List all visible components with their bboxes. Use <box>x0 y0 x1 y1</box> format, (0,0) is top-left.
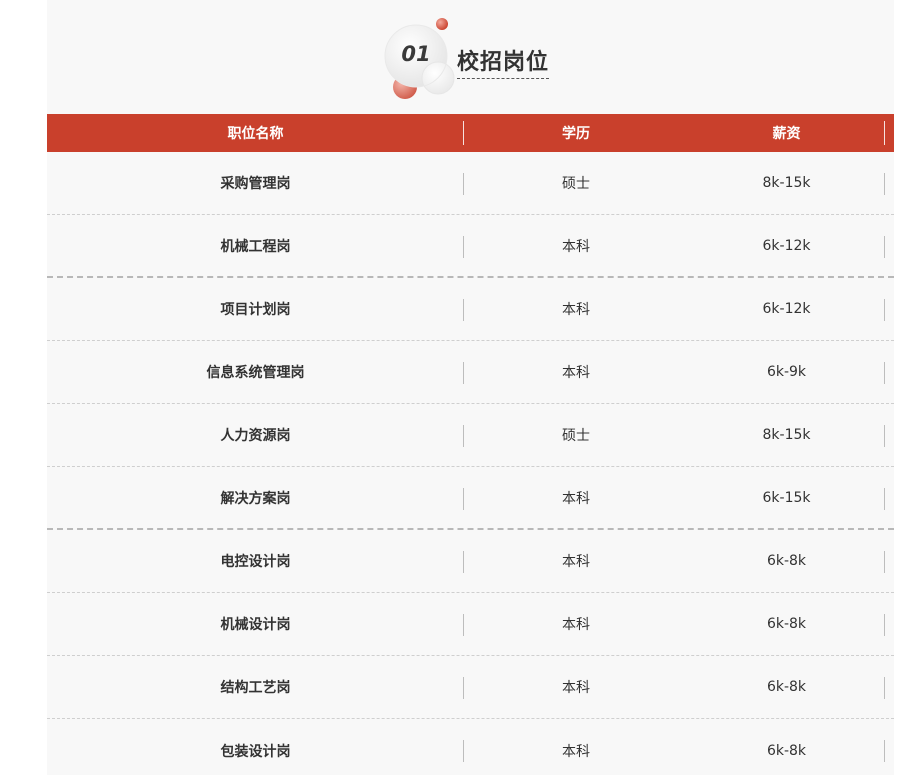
cell-position: 结构工艺岗 <box>47 656 464 718</box>
table-row: 包装设计岗 本科 6k-8k <box>47 719 894 782</box>
table-row: 信息系统管理岗 本科 6k-9k <box>47 341 894 404</box>
table-row: 结构工艺岗 本科 6k-8k <box>47 656 894 719</box>
jobs-table: 职位名称 学历 薪资 采购管理岗 硕士 8k-15k 机械工程岗 本科 6k-1… <box>47 114 894 782</box>
cell-education: 本科 <box>562 302 590 318</box>
header-salary: 薪资 <box>688 114 885 152</box>
cell-education: 本科 <box>562 554 590 570</box>
table-row: 解决方案岗 本科 6k-15k <box>47 467 894 530</box>
cell-education: 本科 <box>562 490 590 507</box>
cell-salary: 6k-8k <box>688 593 885 655</box>
cell-position: 电控设计岗 <box>47 530 464 592</box>
cell-education: 本科 <box>562 617 590 633</box>
content-panel: 01 校招岗位 职位名称 学历 薪资 采购管理岗 硕士 8k-15k 机械工程岗… <box>47 0 894 775</box>
table-header: 职位名称 学历 薪资 <box>47 114 894 152</box>
cell-salary: 6k-12k <box>688 215 885 276</box>
cell-salary: 6k-8k <box>688 530 885 592</box>
cell-education: 本科 <box>562 238 590 255</box>
cell-education: 本科 <box>562 743 590 760</box>
header-position: 职位名称 <box>47 114 464 152</box>
cell-salary: 6k-8k <box>688 719 885 782</box>
table-row: 采购管理岗 硕士 8k-15k <box>47 152 894 215</box>
cell-education: 本科 <box>562 680 590 696</box>
table-row: 项目计划岗 本科 6k-12k <box>47 278 894 341</box>
cell-education: 硕士 <box>562 176 590 192</box>
section-number: 01 <box>401 42 431 66</box>
cell-position: 机械设计岗 <box>47 593 464 655</box>
cell-position: 包装设计岗 <box>47 719 464 782</box>
section-heading: 01 校招岗位 <box>380 14 580 104</box>
cell-salary: 6k-12k <box>688 278 885 340</box>
cell-education: 本科 <box>562 365 590 381</box>
cell-position: 人力资源岗 <box>47 404 464 466</box>
cell-position: 机械工程岗 <box>47 215 464 276</box>
table-row: 机械工程岗 本科 6k-12k <box>47 215 894 278</box>
cell-salary: 8k-15k <box>688 404 885 466</box>
cell-salary: 6k-9k <box>688 341 885 403</box>
cell-position: 信息系统管理岗 <box>47 341 464 403</box>
header-education: 学历 <box>562 126 590 142</box>
table-body: 采购管理岗 硕士 8k-15k 机械工程岗 本科 6k-12k 项目计划岗 本科… <box>47 152 894 782</box>
cell-salary: 6k-15k <box>688 467 885 528</box>
table-row: 人力资源岗 硕士 8k-15k <box>47 404 894 467</box>
table-row: 机械设计岗 本科 6k-8k <box>47 593 894 656</box>
cell-education: 硕士 <box>562 428 590 444</box>
cell-position: 解决方案岗 <box>47 467 464 528</box>
cell-salary: 6k-8k <box>688 656 885 718</box>
table-row: 电控设计岗 本科 6k-8k <box>47 530 894 593</box>
cell-position: 项目计划岗 <box>47 278 464 340</box>
section-title: 校招岗位 <box>457 44 550 79</box>
cell-position: 采购管理岗 <box>47 152 464 214</box>
cell-salary: 8k-15k <box>688 152 885 214</box>
